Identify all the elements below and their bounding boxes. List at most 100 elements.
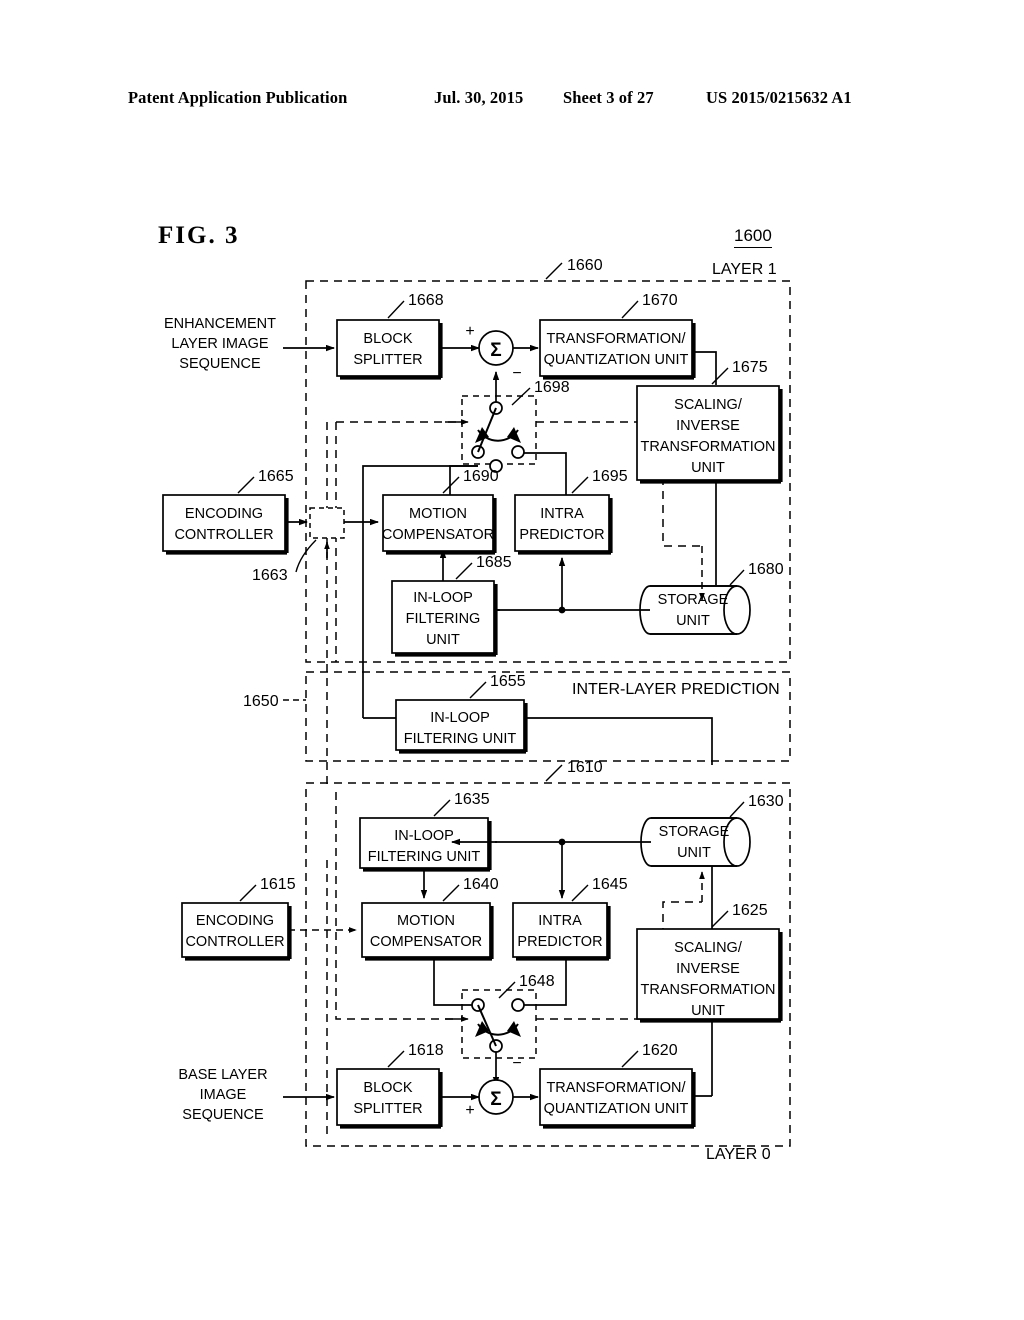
ref-1668: 1668 [408,292,444,309]
ref-1655: 1655 [490,673,526,690]
transform-quant-top-line1: TRANSFORMATION/ [546,331,686,347]
storage-bottom-line2: UNIT [677,845,711,861]
inloop-top-line2: FILTERING [406,611,481,627]
wire-ip-to-switch-top [518,452,567,495]
ref-1685: 1685 [476,554,512,571]
leader-1668 [387,300,405,319]
leader-1680 [729,569,745,586]
ref-1695: 1695 [592,468,628,485]
scaling-bottom-line4: UNIT [691,1003,725,1019]
sigma-top: Σ [490,340,501,361]
leader-1690 [442,476,460,494]
motion-comp-top-line1: MOTION [409,506,467,522]
switch-bottom-term-b [511,998,525,1012]
storage-bottom-line1: STORAGE [659,824,730,840]
ref-1675: 1675 [732,359,768,376]
ref-1620: 1620 [642,1042,678,1059]
ref-1625: 1625 [732,902,768,919]
intra-pred-bottom-line2: PREDICTOR [517,934,602,950]
ref-1665: 1665 [258,468,294,485]
inloop-top-line1: IN-LOOP [413,590,473,606]
leader-1695 [571,476,589,494]
ref-1680: 1680 [748,561,784,578]
enc-ctrl-top-line1: ENCODING [185,506,263,522]
interlayer-label: INTER-LAYER PREDICTION [572,681,780,698]
leader-1698 [511,387,531,406]
block-splitter-top-line1: BLOCK [363,331,412,347]
motion-comp-top-line2: COMPENSATOR [382,527,494,543]
scaling-top-line2: INVERSE [676,418,740,434]
ref-1630: 1630 [748,793,784,810]
scaling-top-line4: UNIT [691,460,725,476]
ref-1645: 1645 [592,876,628,893]
leader-1675 [711,367,729,385]
enh-input-line2: LAYER IMAGE [171,336,269,352]
block-splitter-bottom-line1: BLOCK [363,1080,412,1096]
motion-comp-bottom-line1: MOTION [397,913,455,929]
enc-ctrl-bottom-line1: ENCODING [196,913,274,929]
transform-quant-bottom-line1: TRANSFORMATION/ [546,1080,686,1096]
motion-comp-bottom-line2: COMPENSATOR [370,934,482,950]
leader-1618 [387,1050,405,1068]
inloop-bottom-line1: IN-LOOP [394,828,454,844]
enh-input-line3: SEQUENCE [179,356,261,372]
scaling-top-line3: TRANSFORMATION [640,439,775,455]
sigma-bottom: Σ [490,1089,501,1110]
transform-quant-top-line2: QUANTIZATION UNIT [544,352,689,368]
scaling-bottom-line1: SCALING/ [674,940,743,956]
block-splitter-top-line2: SPLITTER [353,352,422,368]
wire-mc-to-switch-bottom [433,957,478,1006]
leader-1648 [498,981,516,999]
block-splitter-bottom-line2: SPLITTER [353,1101,422,1117]
minus-bottom: − [512,1055,521,1072]
storage-top-line2: UNIT [676,613,710,629]
leader-1625 [711,910,729,928]
ref-1650: 1650 [243,693,279,710]
intra-pred-bottom-line1: INTRA [538,913,582,929]
inloop-top-line3: UNIT [426,632,460,648]
ref-1660: 1660 [567,257,603,274]
plus-top: + [465,323,474,340]
ref-1610: 1610 [567,759,603,776]
leader-1685 [455,562,473,580]
ref-1635: 1635 [454,791,490,808]
intra-pred-top-line2: PREDICTOR [519,527,604,543]
ref-1648: 1648 [519,973,555,990]
layer0-label: LAYER 0 [706,1146,771,1163]
base-input-line2: IMAGE [200,1087,247,1103]
leader-1620 [621,1050,639,1068]
ref-1640: 1640 [463,876,499,893]
patent-sheet: Patent Application Publication Jul. 30, … [0,0,1024,1320]
switch-top-term-b [511,445,525,459]
leader-1640 [442,884,460,902]
ref-1670: 1670 [642,292,678,309]
base-input-line3: SEQUENCE [182,1107,264,1123]
leader-1665 [237,476,255,494]
intra-pred-top-line1: INTRA [540,506,584,522]
ref-1690: 1690 [463,468,499,485]
mux-top [309,507,345,539]
storage-top-line1: STORAGE [658,592,729,608]
wire-mid-to-right-bus [524,717,713,765]
ref-1663: 1663 [252,567,288,584]
plus-bottom: + [465,1102,474,1119]
leader-1630 [729,801,745,818]
leader-1660 [545,262,563,280]
transform-quant-bottom-line2: QUANTIZATION UNIT [544,1101,689,1117]
layer1-label: LAYER 1 [712,261,777,278]
enc-ctrl-bottom-line2: CONTROLLER [185,934,284,950]
scaling-top-line1: SCALING/ [674,397,743,413]
ref-1698: 1698 [534,379,570,396]
ref-1615: 1615 [260,876,296,893]
inloop-mid-line2: FILTERING UNIT [404,731,517,747]
scaling-bottom-line3: TRANSFORMATION [640,982,775,998]
leader-1615 [239,884,257,902]
scaling-bottom-line2: INVERSE [676,961,740,977]
enh-input-line1: ENHANCEMENT [164,316,276,332]
leader-1610 [545,764,563,782]
leader-1670 [621,300,639,319]
ref-1618: 1618 [408,1042,444,1059]
base-input-line1: BASE LAYER [178,1067,267,1083]
leader-1655 [469,681,487,699]
inloop-bottom-line2: FILTERING UNIT [368,849,481,865]
